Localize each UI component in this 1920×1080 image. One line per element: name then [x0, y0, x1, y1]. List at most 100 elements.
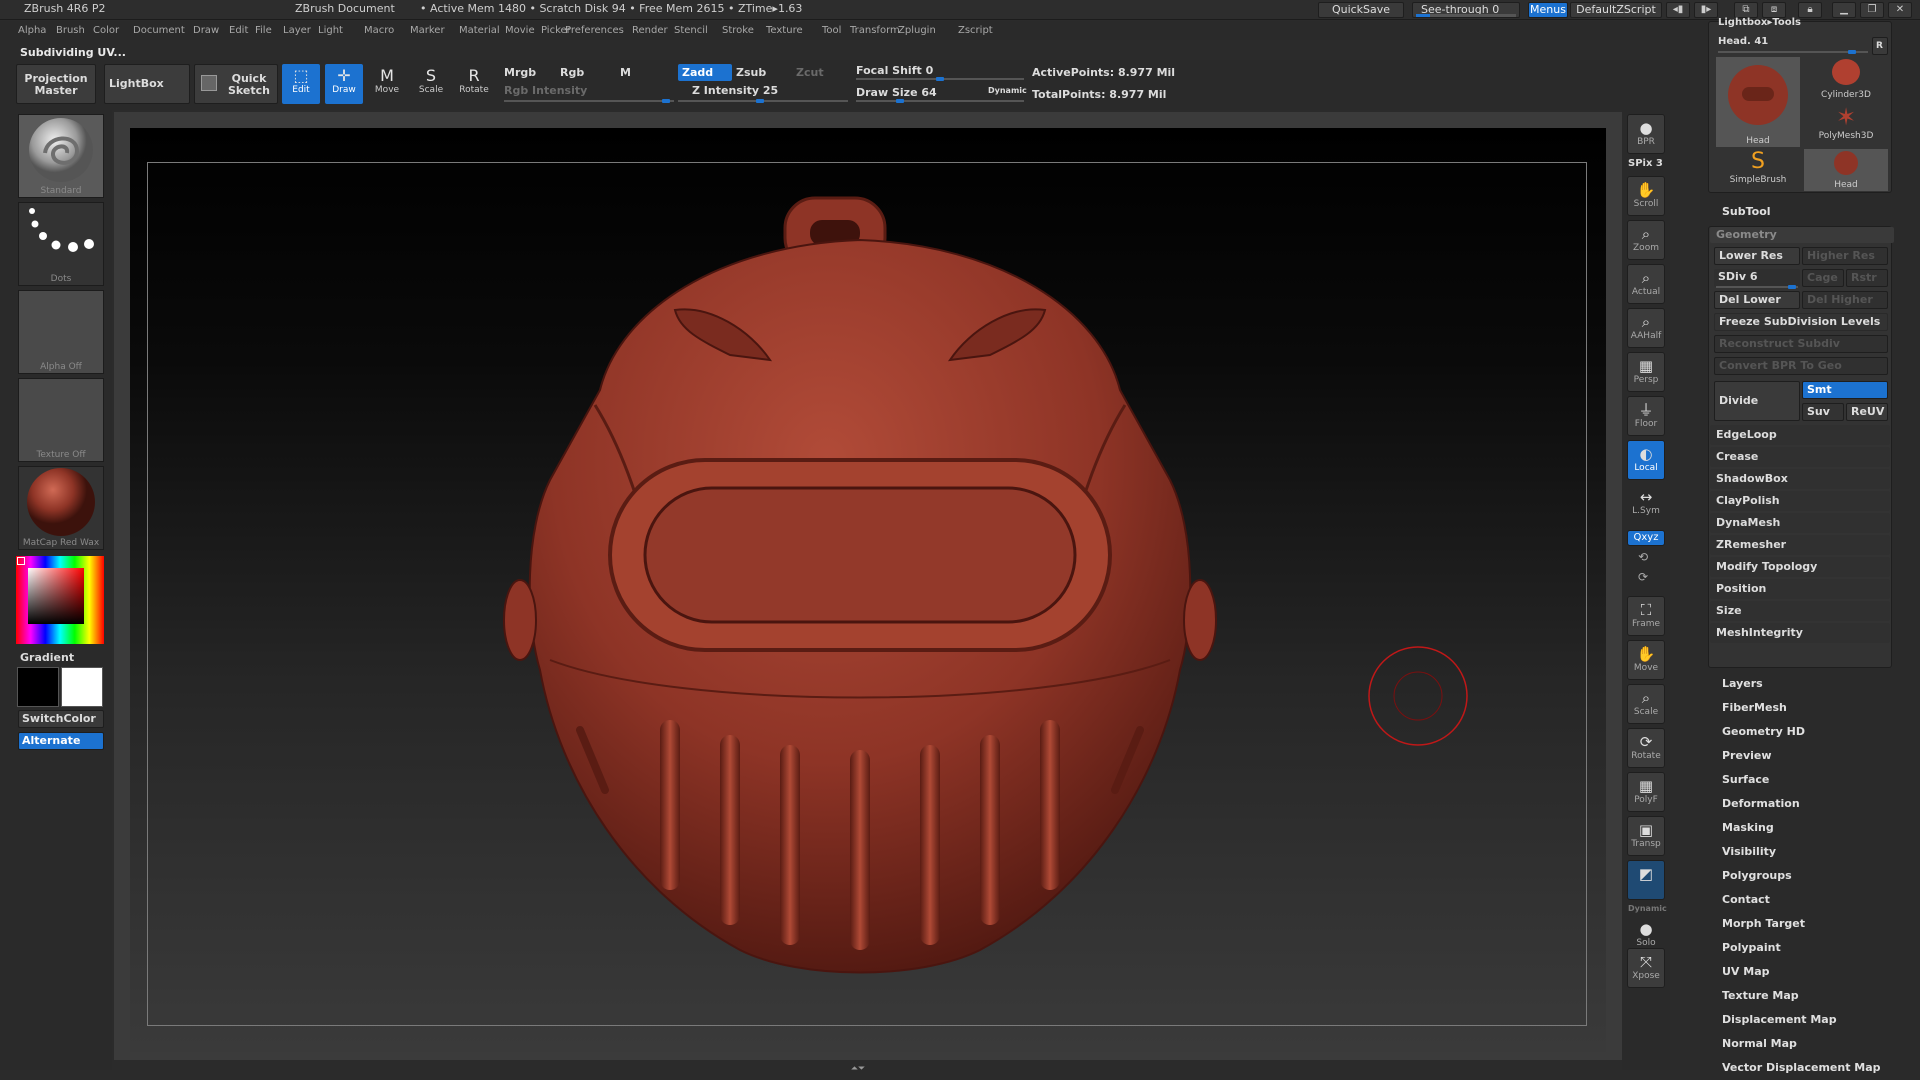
main-color-swatch[interactable]: [17, 667, 59, 707]
switchcolor-button[interactable]: SwitchColor: [18, 710, 104, 728]
minimize-icon[interactable]: ▁: [1832, 2, 1856, 18]
secondary-color-swatch[interactable]: [61, 667, 103, 707]
dynamic-toggle[interactable]: Dynamic: [988, 86, 1027, 95]
z-intensity-slider[interactable]: Z Intensity 25: [692, 84, 778, 97]
menu-stencil[interactable]: Stencil: [674, 25, 708, 36]
spix-slider[interactable]: SPix 3: [1628, 158, 1663, 169]
menu-texture[interactable]: Texture: [766, 25, 803, 36]
rotate-z-icon[interactable]: ⟳: [1638, 570, 1648, 584]
draw-size-track[interactable]: [856, 99, 1024, 103]
freeze-subdivision-button[interactable]: Freeze SubDivision Levels: [1714, 313, 1888, 331]
focal-shift-slider[interactable]: Focal Shift 0: [856, 64, 933, 77]
section-normal-map[interactable]: Normal Map: [1722, 1037, 1797, 1050]
menu-color[interactable]: Color: [93, 25, 119, 36]
layout-next-icon[interactable]: ▮▸: [1694, 2, 1718, 18]
restore-icon[interactable]: ❐: [1860, 2, 1884, 18]
tool-simplebrush-thumb[interactable]: S SimpleBrush: [1716, 149, 1800, 191]
reuv-button[interactable]: ReUV: [1846, 403, 1888, 421]
transp-button[interactable]: ▣ Transp: [1627, 816, 1665, 856]
lightbox-button[interactable]: LightBox: [104, 64, 190, 104]
zsub-button[interactable]: Zsub: [736, 66, 766, 79]
rgb-button[interactable]: Rgb: [560, 66, 584, 79]
section-preview[interactable]: Preview: [1722, 749, 1772, 762]
subpalette-edgeloop[interactable]: EdgeLoop: [1710, 425, 1890, 445]
menu-stroke[interactable]: Stroke: [722, 25, 754, 36]
sdiv-track[interactable]: [1716, 285, 1798, 289]
ghost-button[interactable]: ◩: [1627, 860, 1665, 900]
menu-document[interactable]: Document: [133, 25, 185, 36]
higher-res-button[interactable]: Higher Res: [1802, 247, 1888, 265]
lock-icon[interactable]: 🔒︎: [1798, 2, 1822, 18]
aahalf-button[interactable]: ⌕ AAHalf: [1627, 308, 1665, 348]
paste-layout-icon[interactable]: ⧈: [1762, 2, 1786, 18]
scale-view-button[interactable]: ⌕ Scale: [1627, 684, 1665, 724]
geometry-section[interactable]: Geometry: [1710, 227, 1894, 243]
projection-master-button[interactable]: Projection Master: [16, 64, 96, 104]
menu-marker[interactable]: Marker: [410, 25, 445, 36]
del-higher-button[interactable]: Del Higher: [1802, 291, 1888, 309]
del-lower-button[interactable]: Del Lower: [1714, 291, 1800, 309]
focal-shift-track[interactable]: [856, 77, 1024, 81]
polyf-button[interactable]: ▦ PolyF: [1627, 772, 1665, 812]
quick-sketch-button[interactable]: Quick Sketch: [194, 64, 278, 104]
local-button[interactable]: ◐ Local: [1627, 440, 1665, 480]
tool-head2-thumb[interactable]: Head: [1804, 149, 1888, 191]
menu-transform[interactable]: Transform: [850, 25, 900, 36]
tool-polymesh-thumb[interactable]: ✶ PolyMesh3D: [1804, 103, 1888, 147]
lower-res-button[interactable]: Lower Res: [1714, 247, 1800, 265]
layout-prev-icon[interactable]: ◂▮: [1666, 2, 1690, 18]
color-picker[interactable]: [16, 556, 104, 644]
subpalette-meshintegrity[interactable]: MeshIntegrity: [1710, 623, 1890, 643]
section-surface[interactable]: Surface: [1722, 773, 1769, 786]
alpha-thumbnail[interactable]: Alpha Off: [18, 290, 104, 374]
gradient-label[interactable]: Gradient: [20, 651, 74, 664]
texture-thumbnail[interactable]: Texture Off: [18, 378, 104, 462]
lsym-button[interactable]: ↔ L.Sym: [1627, 484, 1665, 524]
move-button[interactable]: M Move: [368, 64, 406, 104]
scroll-button[interactable]: ✋ Scroll: [1627, 176, 1665, 216]
r-button[interactable]: R: [1872, 37, 1888, 55]
z-intensity-track[interactable]: [678, 99, 848, 103]
subpalette-modify-topology[interactable]: Modify Topology: [1710, 557, 1890, 577]
color-picker-square[interactable]: [28, 568, 84, 624]
copy-layout-icon[interactable]: ⧉: [1734, 2, 1758, 18]
zoom-button[interactable]: ⌕ Zoom: [1627, 220, 1665, 260]
divide-button[interactable]: Divide: [1714, 381, 1800, 421]
material-thumbnail[interactable]: MatCap Red Wax: [18, 466, 104, 550]
tool-head-thumb[interactable]: Head: [1716, 57, 1800, 147]
actual-button[interactable]: ⌕ Actual: [1627, 264, 1665, 304]
scale-button[interactable]: S Scale: [412, 64, 450, 104]
menu-render[interactable]: Render: [632, 25, 668, 36]
rotate-button[interactable]: R Rotate: [455, 64, 493, 104]
rstr-button[interactable]: Rstr: [1846, 269, 1888, 287]
menu-tool[interactable]: Tool: [822, 25, 841, 36]
zcut-button[interactable]: Zcut: [796, 66, 824, 79]
section-texture-map[interactable]: Texture Map: [1722, 989, 1799, 1002]
subpalette-dynamesh[interactable]: DynaMesh: [1710, 513, 1890, 533]
section-displacement-map[interactable]: Displacement Map: [1722, 1013, 1837, 1026]
subpalette-position[interactable]: Position: [1710, 579, 1890, 599]
menu-brush[interactable]: Brush: [56, 25, 85, 36]
convert-bpr-button[interactable]: Convert BPR To Geo: [1714, 357, 1888, 375]
menu-zscript[interactable]: Zscript: [958, 25, 993, 36]
section-geometry-hd[interactable]: Geometry HD: [1722, 725, 1805, 738]
rgb-intensity-slider[interactable]: Rgb Intensity: [504, 84, 587, 97]
quicksave-button[interactable]: QuickSave: [1318, 2, 1404, 18]
menu-light[interactable]: Light: [318, 25, 343, 36]
menu-edit[interactable]: Edit: [229, 25, 248, 36]
brush-thumbnail[interactable]: Standard: [18, 114, 104, 198]
bpr-button[interactable]: ● BPR: [1627, 114, 1665, 154]
rgb-intensity-track[interactable]: [504, 99, 674, 103]
subtool-section[interactable]: SubTool: [1722, 205, 1771, 218]
section-fibermesh[interactable]: FiberMesh: [1722, 701, 1787, 714]
floor-button[interactable]: ⏚ Floor: [1627, 396, 1665, 436]
draw-button[interactable]: ✛ Draw: [325, 64, 363, 104]
menu-layer[interactable]: Layer: [283, 25, 311, 36]
m-button[interactable]: M: [620, 66, 631, 79]
subpalette-shadowbox[interactable]: ShadowBox: [1710, 469, 1890, 489]
section-visibility[interactable]: Visibility: [1722, 845, 1776, 858]
section-polypaint[interactable]: Polypaint: [1722, 941, 1781, 954]
suv-toggle[interactable]: Suv: [1802, 403, 1844, 421]
move-view-button[interactable]: ✋ Move: [1627, 640, 1665, 680]
section-uv-map[interactable]: UV Map: [1722, 965, 1770, 978]
